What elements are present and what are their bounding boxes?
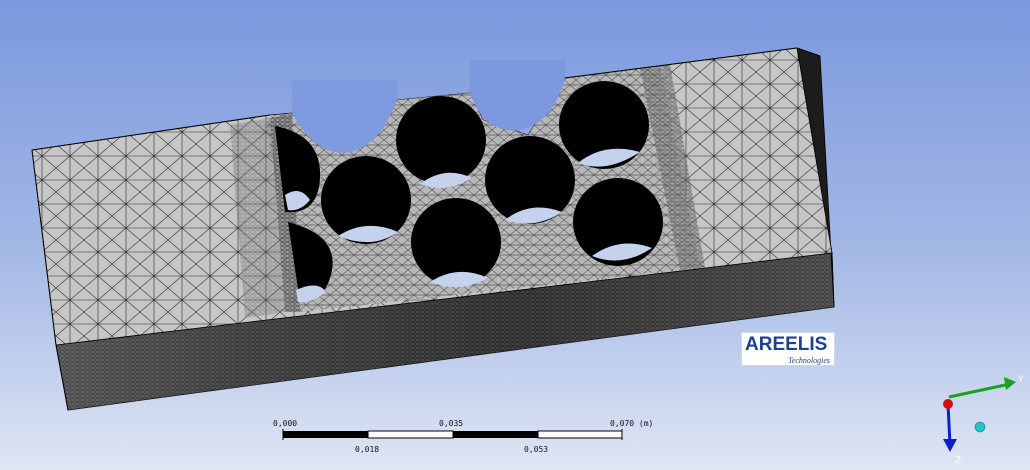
scale-label-018: 0,018 — [355, 445, 380, 454]
z-axis-label: Z — [955, 456, 962, 466]
hole — [485, 136, 575, 224]
hole — [573, 178, 663, 266]
y-axis-label: Y — [1018, 375, 1024, 385]
scale-label-0: 0,000 — [273, 419, 298, 428]
company-logo: AREELIS Technologies — [741, 332, 835, 366]
scale-label-053: 0,053 — [524, 445, 549, 454]
scale-label-035: 0,035 — [439, 419, 464, 428]
logo-main-text: AREELIS — [745, 334, 828, 355]
graphics-viewport[interactable]: AREELIS Technologies 0,000 0,035 0,070 (… — [0, 0, 1030, 470]
logo-sub-text: Technologies — [788, 356, 830, 365]
hole — [559, 81, 649, 169]
mesh-model[interactable] — [0, 0, 1030, 470]
hole — [321, 156, 411, 244]
scale-label-070: 0,070 (m) — [610, 419, 654, 428]
